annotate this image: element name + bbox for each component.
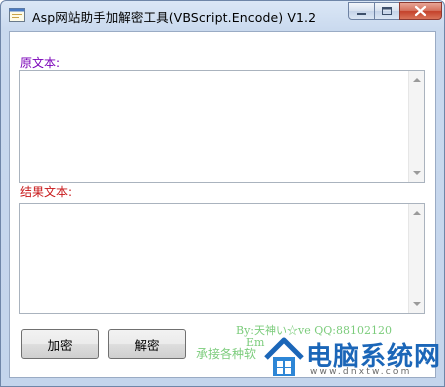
scroll-up-arrow-icon[interactable]	[413, 211, 421, 215]
service-note: 承接各种软	[196, 347, 257, 361]
window-title: Asp网站助手加解密工具(VBScript.Encode) V1.2	[32, 10, 317, 25]
app-window-icon	[9, 8, 25, 22]
minimize-button[interactable]	[348, 2, 375, 20]
decrypt-button[interactable]: 解密	[108, 329, 186, 359]
close-icon	[414, 5, 427, 17]
close-button[interactable]	[399, 2, 442, 20]
scroll-down-arrow-icon[interactable]	[413, 302, 421, 306]
minimize-icon	[357, 13, 366, 15]
maximize-icon	[382, 7, 392, 15]
result-text-label: 结果文本:	[20, 185, 73, 199]
source-text-area[interactable]	[19, 70, 425, 183]
source-text-label: 原文本:	[20, 56, 61, 70]
title-bar[interactable]: Asp网站助手加解密工具(VBScript.Encode) V1.2	[1, 1, 444, 31]
house-logo-icon	[264, 337, 304, 376]
scroll-up-arrow-icon[interactable]	[413, 78, 421, 82]
scroll-down-arrow-icon[interactable]	[413, 171, 421, 175]
source-scrollbar[interactable]	[408, 71, 424, 182]
result-scrollbar[interactable]	[408, 204, 424, 313]
encrypt-button[interactable]: 加密	[21, 329, 99, 359]
result-text-area[interactable]	[19, 203, 425, 314]
site-watermark: 电脑系统网 www.dnxtw.com	[262, 334, 440, 382]
watermark-url: www.dnxtw.com	[310, 367, 412, 377]
maximize-button[interactable]	[374, 2, 400, 20]
client-area: 原文本: 结果文本: 加密 解密 By:天神い☆ve QQ:88102120 E…	[9, 31, 436, 378]
app-window: Asp网站助手加解密工具(VBScript.Encode) V1.2 原文本:	[0, 0, 445, 387]
